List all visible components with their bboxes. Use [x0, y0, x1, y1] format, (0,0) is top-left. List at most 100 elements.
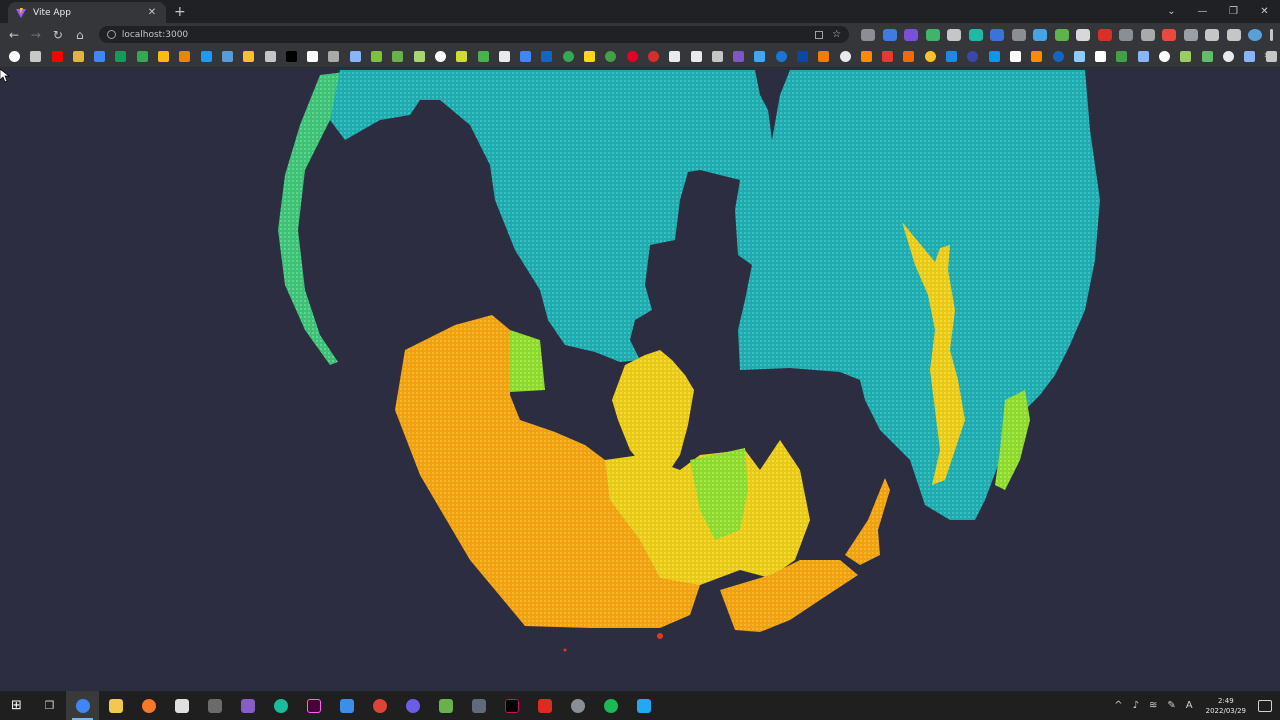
extension-icon[interactable] — [1140, 28, 1155, 41]
bookmark-icon[interactable] — [796, 51, 808, 62]
bookmark-icon[interactable] — [647, 51, 659, 62]
bookmark-icon[interactable] — [541, 51, 553, 62]
bookmark-icon[interactable] — [413, 51, 425, 62]
taskbar-settings[interactable] — [561, 691, 594, 720]
taskbar-app[interactable] — [462, 691, 495, 720]
pen-icon[interactable]: ✎ — [1167, 700, 1175, 711]
bookmark-icon[interactable] — [520, 51, 532, 62]
side-panel-icon[interactable] — [1226, 28, 1241, 41]
bookmark-icon[interactable] — [498, 51, 510, 62]
extension-icon[interactable] — [1183, 28, 1198, 41]
bookmark-icon[interactable] — [967, 51, 979, 62]
profile-avatar[interactable] — [1248, 28, 1263, 41]
bookmark-icon[interactable] — [1073, 51, 1085, 62]
extension-icon[interactable] — [990, 28, 1005, 41]
tab-vite-app[interactable]: Vite App ✕ — [8, 2, 166, 23]
bookmark-icon[interactable] — [1180, 51, 1192, 62]
browser-menu-icon[interactable] — [1269, 28, 1273, 41]
bookmark-icon[interactable] — [307, 51, 319, 62]
minimize-button[interactable]: — — [1187, 0, 1218, 22]
new-tab-button[interactable]: + — [174, 2, 186, 23]
extension-icon[interactable] — [1162, 28, 1177, 41]
extension-icon[interactable] — [968, 28, 983, 41]
task-view-button[interactable]: ❐ — [33, 691, 66, 720]
bookmark-docs-icon[interactable] — [94, 51, 106, 62]
bookmark-github-icon[interactable] — [434, 51, 446, 62]
bookmark-icon[interactable] — [1095, 51, 1107, 62]
bookmark-icon[interactable] — [1116, 51, 1128, 62]
bookmark-icon[interactable] — [1137, 51, 1149, 62]
bookmark-icon[interactable] — [371, 51, 383, 62]
taskbar-vscode[interactable] — [627, 691, 660, 720]
taskbar-acrobat[interactable] — [528, 691, 561, 720]
bookmark-icon[interactable] — [30, 51, 42, 62]
home-button[interactable]: ⌂ — [69, 24, 91, 46]
bookmark-icon[interactable] — [562, 51, 574, 62]
extension-icon[interactable] — [904, 28, 919, 41]
volume-icon[interactable]: ♪ — [1133, 700, 1139, 711]
bookmark-icon[interactable] — [1031, 51, 1043, 62]
bookmark-icon[interactable] — [711, 51, 723, 62]
bookmark-icon[interactable] — [243, 51, 255, 62]
bookmark-icon[interactable] — [988, 51, 1000, 62]
extension-icon[interactable] — [861, 28, 876, 41]
bookmark-google-icon[interactable] — [9, 51, 20, 62]
extension-icon[interactable] — [1097, 28, 1112, 41]
start-button[interactable]: ⊞ — [0, 691, 33, 720]
extension-icon[interactable] — [1054, 28, 1069, 41]
extension-icon[interactable] — [882, 28, 897, 41]
tab-close-icon[interactable]: ✕ — [146, 7, 158, 18]
bookmark-icon[interactable] — [605, 51, 617, 62]
bookmark-icon[interactable] — [477, 51, 489, 62]
taskbar-app[interactable] — [264, 691, 297, 720]
taskbar-chrome[interactable] — [66, 691, 99, 720]
bookmark-icon[interactable] — [1201, 51, 1213, 62]
bookmarks-overflow-icon[interactable]: » — [1264, 50, 1270, 61]
notification-icon[interactable] — [1258, 699, 1272, 712]
taskbar-file-explorer[interactable] — [99, 691, 132, 720]
bookmark-icon[interactable] — [179, 51, 191, 62]
bookmark-pinterest-icon[interactable] — [626, 51, 638, 62]
bookmark-icon[interactable] — [136, 51, 148, 62]
bookmark-icon[interactable] — [584, 51, 596, 62]
bookmark-icon[interactable] — [264, 51, 276, 62]
bookmark-icon[interactable] — [818, 51, 830, 62]
ime-indicator[interactable]: A — [1186, 700, 1193, 711]
bookmark-icon[interactable] — [754, 51, 766, 62]
bookmark-icon[interactable] — [775, 51, 787, 62]
extension-icon[interactable] — [1033, 28, 1048, 41]
bookmark-icon[interactable] — [158, 51, 170, 62]
bookmark-icon[interactable] — [1159, 51, 1171, 62]
bookmark-icon[interactable] — [903, 51, 915, 62]
maximize-button[interactable]: ❐ — [1218, 0, 1249, 22]
extension-icon[interactable] — [1011, 28, 1026, 41]
share-icon[interactable] — [815, 30, 824, 39]
bookmark-icon[interactable] — [221, 51, 233, 62]
clock[interactable]: 2:49 2022/03/29 — [1206, 696, 1246, 716]
point-cloud-canvas[interactable] — [0, 69, 1280, 691]
taskbar-app[interactable] — [330, 691, 363, 720]
taskbar-app[interactable] — [165, 691, 198, 720]
bookmark-icon[interactable] — [392, 51, 404, 62]
back-button[interactable]: ← — [3, 24, 25, 46]
bookmark-youtube-icon[interactable] — [51, 51, 63, 62]
wifi-icon[interactable]: ≋ — [1149, 700, 1157, 711]
url-input[interactable] — [121, 29, 722, 40]
taskbar-chrome-profile[interactable] — [363, 691, 396, 720]
extensions-puzzle-icon[interactable] — [1205, 28, 1220, 41]
bookmark-sheets-icon[interactable] — [115, 51, 127, 62]
taskbar-blender[interactable] — [132, 691, 165, 720]
taskbar-app[interactable] — [396, 691, 429, 720]
taskbar-app[interactable] — [429, 691, 462, 720]
reload-button[interactable]: ↻ — [47, 24, 69, 46]
site-info-icon[interactable] — [106, 30, 116, 39]
bookmark-icon[interactable] — [72, 51, 84, 62]
forward-button[interactable]: → — [25, 24, 47, 46]
bookmark-icon[interactable] — [839, 51, 851, 62]
extension-icon[interactable] — [1119, 28, 1134, 41]
taskbar-rider[interactable] — [495, 691, 528, 720]
bookmark-icon[interactable] — [882, 51, 894, 62]
bookmark-icon[interactable] — [860, 51, 872, 62]
extension-icon[interactable] — [1076, 28, 1091, 41]
close-window-button[interactable]: ✕ — [1249, 0, 1280, 22]
